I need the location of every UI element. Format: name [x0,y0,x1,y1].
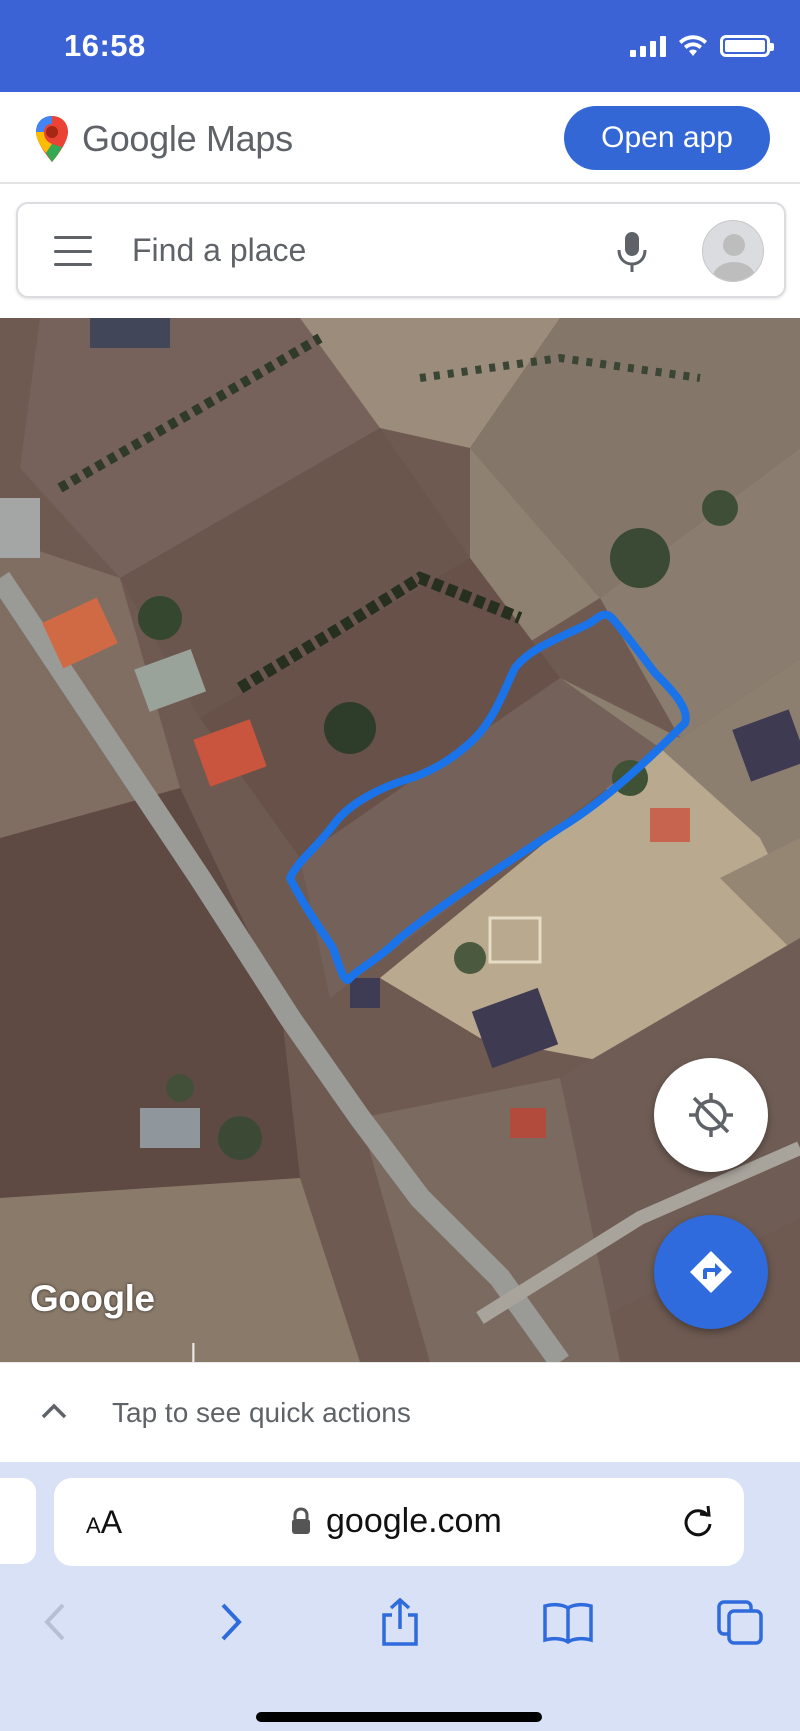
status-time: 16:58 [64,28,146,63]
back-icon [44,1603,65,1641]
brand-name: Google Maps [82,118,293,159]
quick-actions-label[interactable]: Tap to see quick actions [112,1397,411,1429]
text-size-button[interactable]: AA [86,1504,122,1541]
home-indicator[interactable] [256,1712,542,1722]
tabs-button[interactable] [710,1592,770,1652]
signal-icon [630,35,666,57]
search-box[interactable]: Find a place [16,202,786,298]
status-bar: 16:58 [0,0,800,92]
forward-button[interactable] [200,1592,260,1652]
browser-bottom-bar: AA google.com [0,1462,800,1731]
location-off-icon [689,1093,733,1137]
microphone-icon[interactable] [612,230,652,274]
directions-icon [690,1251,732,1293]
google-watermark: Google [30,1278,155,1319]
tabs-icon [717,1600,763,1645]
maps-header: Google Maps Open app [0,92,800,184]
svg-text:|: | [190,1338,197,1362]
bookmarks-button[interactable] [538,1592,598,1652]
address-url[interactable]: google.com [326,1502,502,1541]
satellite-map[interactable]: | Google [0,318,800,1362]
bookmarks-icon [543,1602,593,1644]
hamburger-menu-icon[interactable] [54,236,92,266]
search-input[interactable]: Find a place [132,232,306,269]
wifi-icon [679,35,707,56]
directions-button[interactable] [654,1215,768,1329]
status-icons [630,34,774,58]
chevron-up-icon[interactable] [40,1401,68,1421]
reload-icon[interactable] [678,1502,718,1542]
back-button[interactable] [26,1592,86,1652]
my-location-button[interactable] [654,1058,768,1172]
share-button[interactable] [370,1592,430,1652]
forward-icon [221,1603,242,1641]
browser-toolbar [0,1592,800,1672]
lock-icon [292,1507,310,1534]
account-avatar-icon[interactable] [702,220,764,282]
quick-actions-bar[interactable]: Tap to see quick actions [0,1362,800,1462]
previous-tab-preview[interactable] [0,1478,36,1564]
satellite-imagery[interactable]: | [0,318,800,1362]
google-maps-pin-icon [36,116,68,162]
address-bar[interactable]: AA google.com [54,1478,744,1566]
battery-icon [720,35,774,57]
open-app-button[interactable]: Open app [564,106,770,170]
share-icon [382,1597,418,1646]
